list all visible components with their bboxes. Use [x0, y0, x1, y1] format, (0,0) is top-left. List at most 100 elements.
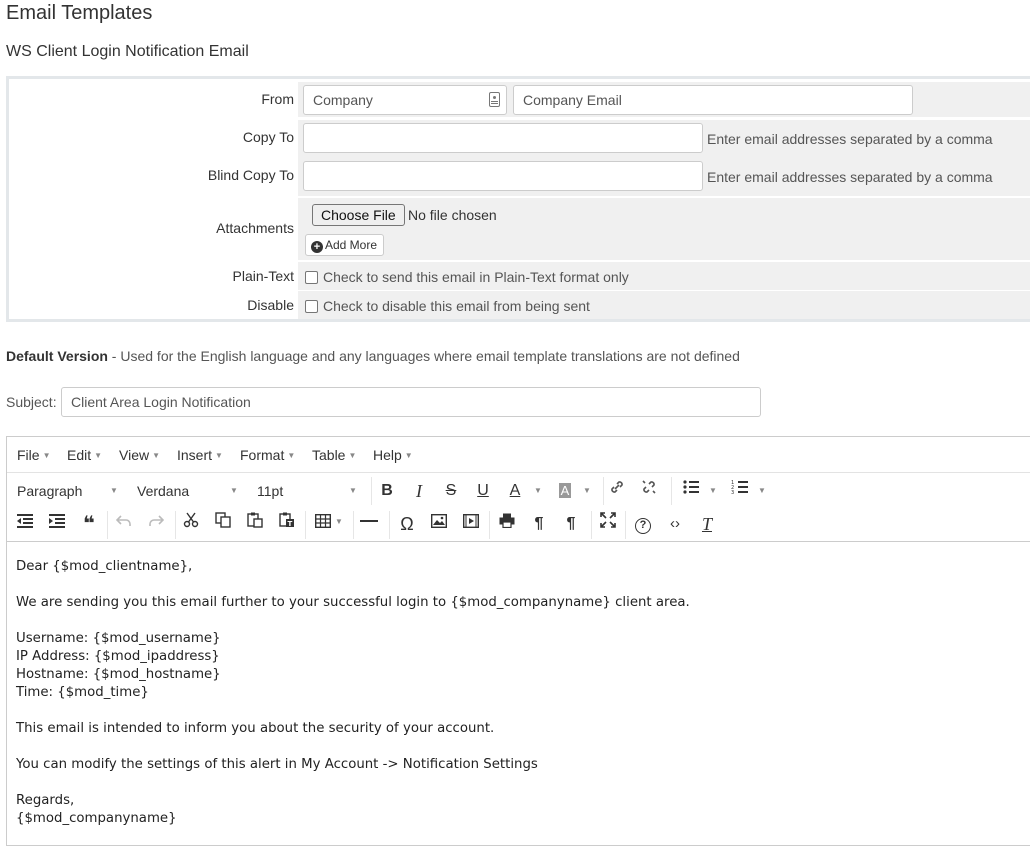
menu-view-label: View	[119, 447, 150, 463]
chevron-down-icon: ▼	[94, 451, 103, 460]
default-version-note: Default Version - Used for the English l…	[6, 348, 740, 364]
special-character-icon[interactable]: Ω	[395, 512, 419, 536]
from-label: From	[261, 91, 294, 107]
link-icon[interactable]	[605, 479, 629, 503]
disable-checkbox-text: Check to disable this email from being s…	[323, 298, 590, 314]
chevron-down-icon: ▼	[230, 486, 238, 495]
redo-icon[interactable]	[144, 512, 168, 536]
chevron-down-icon: ▼	[152, 451, 161, 460]
text-color-icon[interactable]: A	[503, 479, 527, 503]
editor-menubar: File ▼ Edit ▼ View ▼ Insert ▼ Format ▼ Table ▼…	[7, 437, 1030, 473]
menu-edit[interactable]: Edit ▼	[67, 447, 102, 463]
content-line: Time: {$mod_time}	[16, 685, 149, 700]
chevron-down-icon: ▼	[42, 451, 51, 460]
outdent-icon[interactable]	[13, 512, 37, 536]
blind-copy-to-row: Blind Copy To Enter email addresses sepa…	[9, 158, 1030, 196]
paste-icon[interactable]	[243, 512, 267, 536]
disable-checkbox[interactable]	[305, 300, 318, 313]
svg-text:3: 3	[731, 490, 734, 495]
menu-view[interactable]: View ▼	[119, 447, 160, 463]
fullscreen-icon[interactable]	[596, 512, 620, 536]
toolbar-divider	[107, 511, 108, 539]
background-color-icon[interactable]: A	[553, 479, 577, 503]
numbered-list-icon[interactable]: 123	[728, 479, 752, 503]
menu-table-label: Table	[312, 447, 346, 463]
source-code-icon[interactable]: ‹›	[663, 512, 687, 536]
attachments-label: Attachments	[216, 220, 294, 236]
copy-to-input[interactable]	[303, 123, 703, 153]
menu-insert[interactable]: Insert ▼	[177, 447, 223, 463]
content-line: Hostname: {$mod_hostname}	[16, 667, 221, 682]
toolbar-divider	[371, 477, 372, 505]
rtl-direction-icon[interactable]: ¶	[559, 512, 583, 536]
editor-content-area[interactable]: Dear {$mod_clientname}, We are sending y…	[7, 543, 1030, 828]
image-icon[interactable]	[427, 512, 451, 536]
blind-copy-to-input[interactable]	[303, 161, 703, 191]
contact-card-icon	[489, 92, 500, 107]
paste-as-text-icon[interactable]: T	[275, 512, 299, 536]
attachments-field-area: Choose File No file chosen + Add More	[298, 198, 1030, 260]
font-family-select[interactable]: Verdana	[137, 483, 189, 499]
menu-file[interactable]: File ▼	[17, 447, 50, 463]
help-icon[interactable]: ?	[631, 512, 655, 536]
disable-label: Disable	[247, 297, 294, 313]
plain-text-row: Plain-Text Check to send this email in P…	[9, 262, 1030, 291]
undo-icon[interactable]	[112, 512, 136, 536]
content-blank-line	[16, 612, 1028, 630]
toolbar-divider	[489, 511, 490, 539]
content-line: You can modify the settings of this aler…	[16, 757, 538, 772]
copy-to-hint: Enter email addresses separated by a com…	[707, 131, 993, 147]
copy-to-row: Copy To Enter email addresses separated …	[9, 120, 1030, 158]
add-more-button[interactable]: + Add More	[305, 234, 385, 256]
horizontal-rule-icon[interactable]	[357, 512, 381, 536]
from-row: From Company Company Email	[9, 79, 1030, 120]
toolbar-divider	[625, 511, 626, 539]
content-line: This email is intended to inform you abo…	[16, 721, 495, 736]
toolbar-divider	[353, 511, 354, 539]
menu-format[interactable]: Format ▼	[240, 447, 295, 463]
page-title: Email Templates	[6, 2, 153, 24]
plain-text-checkbox-text: Check to send this email in Plain-Text f…	[323, 269, 629, 285]
menu-edit-label: Edit	[67, 447, 92, 463]
font-size-select[interactable]: 11pt	[257, 483, 283, 499]
plain-text-checkbox[interactable]	[305, 271, 318, 284]
chevron-down-icon: ▼	[287, 451, 296, 460]
underline-icon[interactable]: U	[471, 479, 495, 503]
indent-icon[interactable]	[45, 512, 69, 536]
bold-icon[interactable]: B	[375, 479, 399, 503]
chevron-down-icon: ▼	[348, 451, 357, 460]
unlink-icon[interactable]	[637, 479, 661, 503]
chevron-down-icon: ▼	[215, 451, 223, 460]
strikethrough-icon[interactable]: S	[439, 479, 463, 503]
italic-icon[interactable]: I	[407, 479, 431, 503]
copy-to-label: Copy To	[242, 129, 294, 145]
table-icon[interactable]	[311, 512, 335, 536]
cut-icon[interactable]	[179, 512, 203, 536]
menu-help[interactable]: Help ▼	[373, 447, 413, 463]
menu-table[interactable]: Table ▼	[312, 447, 356, 463]
content-blank-line	[16, 738, 1028, 756]
from-name-input[interactable]: Company	[303, 85, 507, 115]
toolbar-divider	[603, 477, 604, 505]
media-icon[interactable]	[459, 512, 483, 536]
clear-formatting-icon[interactable]: T	[695, 512, 719, 536]
block-format-select[interactable]: Paragraph	[17, 483, 82, 499]
editor-toolbar-row1: Paragraph ▼ Verdana ▼ 11pt ▼ B I S U A ▼…	[7, 473, 1030, 508]
content-line: We are sending you this email further to…	[16, 595, 690, 610]
subject-input[interactable]: Client Area Login Notification	[61, 387, 761, 417]
menu-format-label: Format	[240, 447, 285, 463]
choose-file-button[interactable]: Choose File	[312, 204, 405, 226]
chevron-down-icon: ▼	[758, 486, 766, 495]
blockquote-icon[interactable]: ❝	[77, 512, 101, 536]
toolbar-divider	[389, 511, 390, 539]
add-more-label: Add More	[325, 238, 378, 252]
bullet-list-icon[interactable]	[679, 479, 703, 503]
chevron-down-icon: ▼	[349, 486, 357, 495]
content-top-padding	[16, 543, 1028, 558]
content-line: {$mod_companyname}	[16, 811, 177, 826]
disable-field-area: Check to disable this email from being s…	[298, 291, 1030, 319]
ltr-direction-icon[interactable]: ¶	[527, 512, 551, 536]
copy-icon[interactable]	[211, 512, 235, 536]
from-email-input[interactable]: Company Email	[513, 85, 913, 115]
print-icon[interactable]	[495, 512, 519, 536]
